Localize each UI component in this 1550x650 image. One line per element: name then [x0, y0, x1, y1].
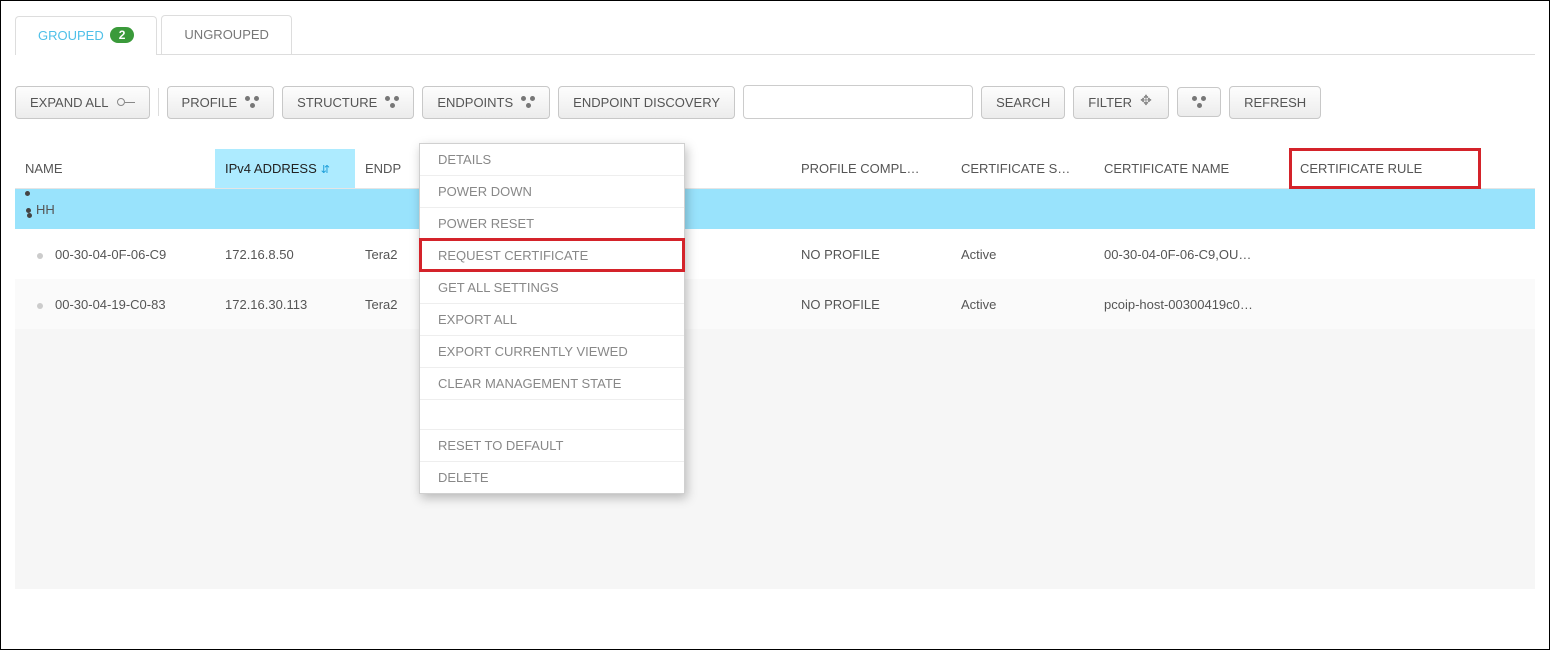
profile-label: PROFILE: [182, 95, 238, 110]
table-empty-area: [15, 329, 1535, 589]
cell-name: 00-30-04-19-C0-83: [15, 297, 215, 312]
endpoints-button[interactable]: ENDPOINTS: [422, 86, 550, 119]
col-ipv4-label: IPv4 ADDRESS: [225, 161, 317, 176]
caret-down-icon: [245, 96, 259, 108]
cell-profile: NO PROFILE: [791, 297, 951, 312]
group-collapse-icon: [25, 191, 32, 228]
app-frame: GROUPED 2 UNGROUPED EXPAND ALL PROFILE S…: [0, 0, 1550, 650]
endpoints-menu: DETAILS POWER DOWN POWER RESET REQUEST C…: [419, 143, 685, 494]
cell-name-text: 00-30-04-0F-06-C9: [55, 247, 166, 262]
col-ipv4[interactable]: IPv4 ADDRESS: [215, 149, 355, 188]
refresh-label: REFRESH: [1244, 95, 1306, 110]
tab-ungrouped-label: UNGROUPED: [184, 27, 269, 42]
cell-ip: 172.16.30.113: [215, 297, 355, 312]
endpoints-label: ENDPOINTS: [437, 95, 513, 110]
menu-details[interactable]: DETAILS: [420, 144, 684, 175]
menu-separator: [420, 399, 684, 429]
menu-export-currently-viewed[interactable]: EXPORT CURRENTLY VIEWED: [420, 335, 684, 367]
search-label: SEARCH: [996, 95, 1050, 110]
expand-all-label: EXPAND ALL: [30, 95, 109, 110]
cell-certstatus: Active: [951, 297, 1094, 312]
col-name[interactable]: NAME: [15, 149, 215, 188]
cell-name-text: 00-30-04-19-C0-83: [55, 297, 166, 312]
endpoint-discovery-button[interactable]: ENDPOINT DISCOVERY: [558, 86, 735, 119]
expand-all-button[interactable]: EXPAND ALL: [15, 86, 150, 119]
col-profile-completion[interactable]: PROFILE COMPL…: [791, 149, 951, 188]
col-certificate-name[interactable]: CERTIFICATE NAME: [1094, 149, 1290, 188]
cell-certstatus: Active: [951, 247, 1094, 262]
refresh-button[interactable]: REFRESH: [1229, 86, 1321, 119]
move-icon: [1140, 95, 1154, 109]
menu-export-all[interactable]: EXPORT ALL: [420, 303, 684, 335]
col-certificate-rule[interactable]: CERTIFICATE RULE: [1290, 149, 1480, 188]
structure-label: STRUCTURE: [297, 95, 377, 110]
tab-grouped[interactable]: GROUPED 2: [15, 16, 157, 55]
tab-ungrouped[interactable]: UNGROUPED: [161, 15, 292, 54]
table-row[interactable]: 00-30-04-19-C0-83 172.16.30.113 Tera2 on…: [15, 279, 1535, 329]
cell-certname: pcoip-host-00300419c0…: [1094, 297, 1290, 312]
cell-ip: 172.16.8.50: [215, 247, 355, 262]
menu-reset-to-default[interactable]: RESET TO DEFAULT: [420, 429, 684, 461]
filter-button[interactable]: FILTER: [1073, 86, 1169, 119]
group-row[interactable]: HH: [15, 189, 1535, 229]
caret-down-icon: [385, 96, 399, 108]
tab-grouped-label: GROUPED: [38, 28, 104, 43]
tab-grouped-badge: 2: [110, 27, 135, 43]
menu-get-all-settings[interactable]: GET ALL SETTINGS: [420, 271, 684, 303]
filter-split-button[interactable]: [1177, 87, 1221, 117]
caret-down-icon: [1192, 96, 1206, 108]
search-input[interactable]: [743, 85, 973, 119]
status-dot-icon: [37, 303, 43, 309]
structure-button[interactable]: STRUCTURE: [282, 86, 414, 119]
table-row[interactable]: 00-30-04-0F-06-C9 172.16.8.50 Tera2 onli…: [15, 229, 1535, 279]
status-dot-icon: [37, 253, 43, 259]
caret-down-icon: [521, 96, 535, 108]
profile-button[interactable]: PROFILE: [167, 86, 275, 119]
discovery-label: ENDPOINT DISCOVERY: [573, 95, 720, 110]
menu-power-reset[interactable]: POWER RESET: [420, 207, 684, 239]
key-icon: [117, 98, 135, 106]
table-header: NAME IPv4 ADDRESS ENDP S PROFILE COMPL… …: [15, 149, 1535, 189]
endpoints-table: NAME IPv4 ADDRESS ENDP S PROFILE COMPL… …: [15, 149, 1535, 589]
menu-request-certificate[interactable]: REQUEST CERTIFICATE: [420, 239, 684, 271]
menu-delete[interactable]: DELETE: [420, 461, 684, 493]
group-name: HH: [36, 202, 55, 217]
cell-certname: 00-30-04-0F-06-C9,OU…: [1094, 247, 1290, 262]
filter-label: FILTER: [1088, 95, 1132, 110]
menu-power-down[interactable]: POWER DOWN: [420, 175, 684, 207]
toolbar: EXPAND ALL PROFILE STRUCTURE ENDPOINTS E…: [15, 85, 1535, 119]
col-certificate-status[interactable]: CERTIFICATE S…: [951, 149, 1094, 188]
search-button[interactable]: SEARCH: [981, 86, 1065, 119]
cell-profile: NO PROFILE: [791, 247, 951, 262]
tab-bar: GROUPED 2 UNGROUPED: [15, 15, 1535, 55]
sort-icon: [321, 161, 330, 176]
menu-clear-management-state[interactable]: CLEAR MANAGEMENT STATE: [420, 367, 684, 399]
separator: [158, 88, 159, 116]
cell-name: 00-30-04-0F-06-C9: [15, 247, 215, 262]
